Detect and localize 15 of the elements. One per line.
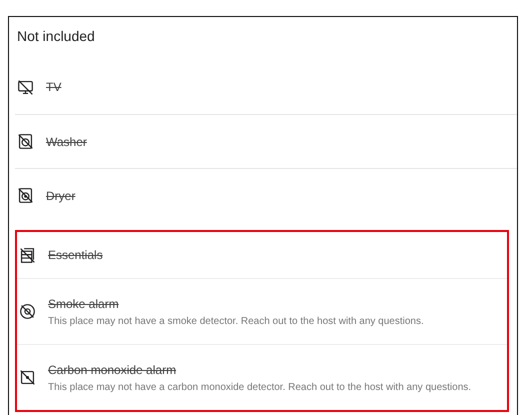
amenity-description: This place may not have a carbon monoxide detector. Reach out to the host with any questions.	[48, 382, 472, 392]
towels-icon	[19, 246, 36, 264]
washer-icon	[17, 133, 34, 150]
amenity-name: Dryer	[46, 188, 76, 202]
amenity-name: Smoke alarm	[48, 296, 120, 310]
section-heading: Not included	[16, 27, 96, 46]
smoke-alarm-icon	[19, 303, 36, 320]
amenity-description: This place may not have a smoke detector. Reach out to the host with any questions.	[48, 316, 424, 326]
detector-icon	[19, 369, 36, 386]
amenity-name: Washer	[46, 134, 87, 148]
amenity-name: Essentials	[48, 248, 103, 262]
amenity-name: Carbon monoxide alarm	[48, 362, 178, 376]
amenity-name: TV	[46, 80, 62, 94]
dryer-icon	[17, 187, 34, 204]
tv-icon	[17, 78, 34, 96]
